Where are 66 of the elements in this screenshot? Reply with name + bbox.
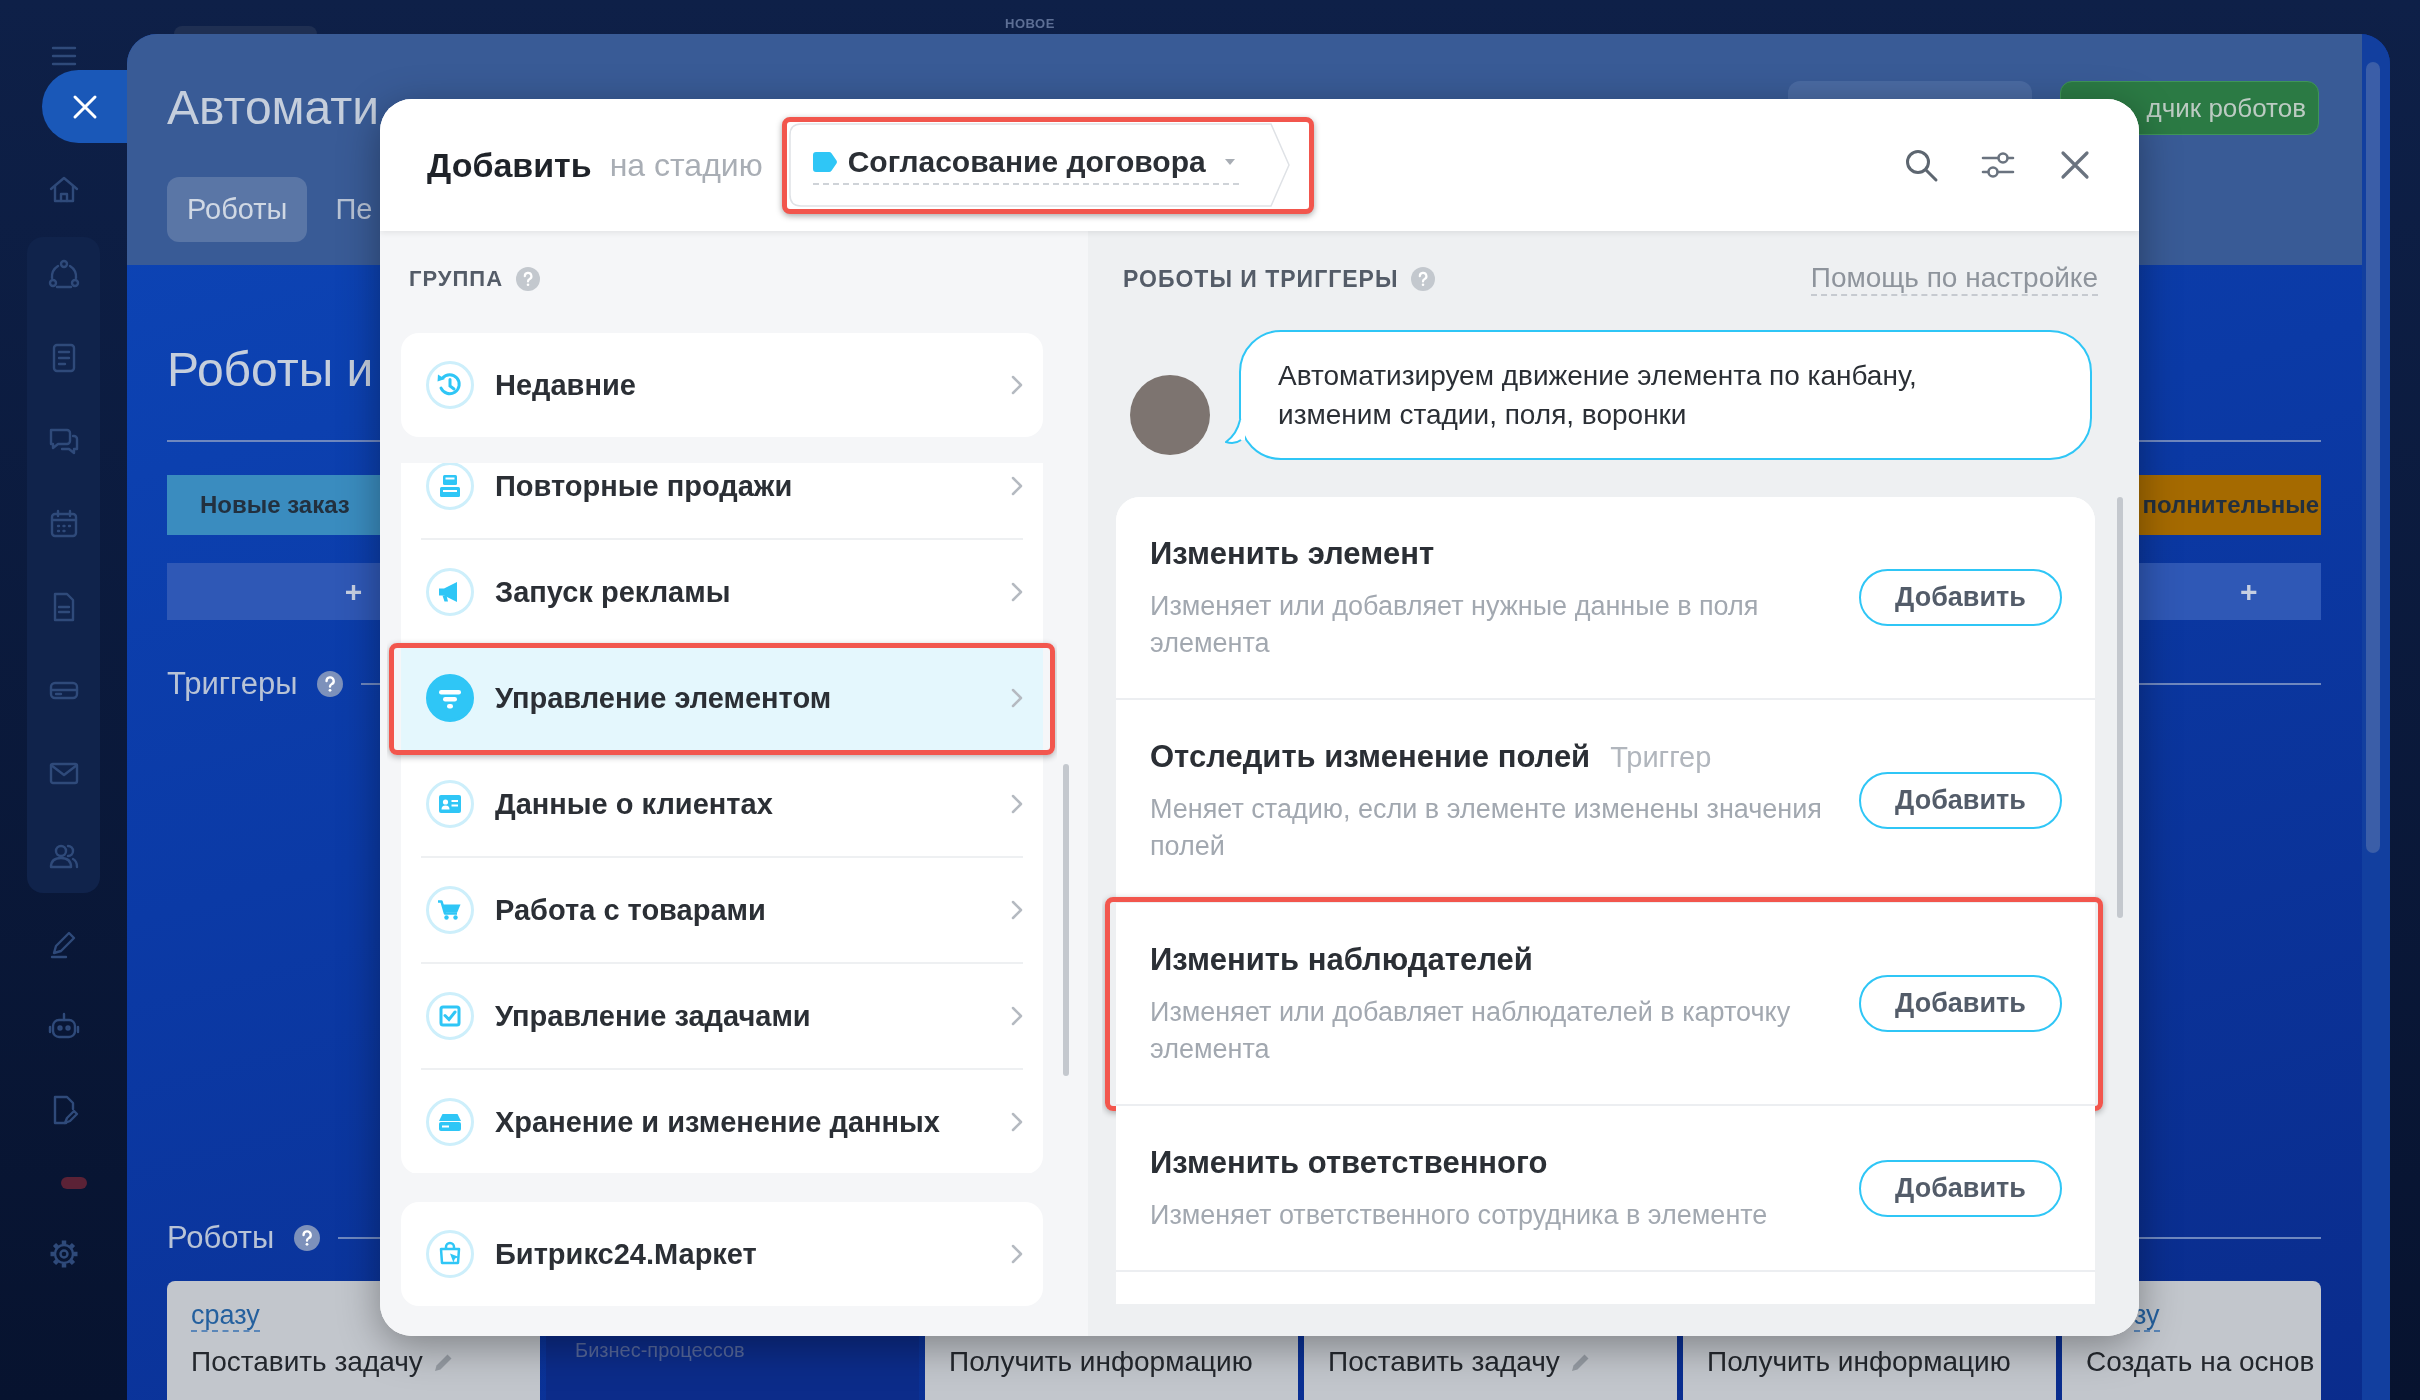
robot-name: Поставить задачу bbox=[1328, 1345, 1560, 1379]
robot-name: Получить информацию bbox=[1707, 1345, 2011, 1379]
chevron-icon bbox=[1011, 1112, 1023, 1132]
add-button[interactable]: Добавить bbox=[1859, 569, 2062, 626]
chevron-icon bbox=[1011, 688, 1023, 708]
chevron-icon bbox=[1011, 900, 1023, 920]
group-item[interactable]: Работа с товарами bbox=[401, 858, 1043, 962]
group-item[interactable]: Данные о клиентах bbox=[401, 752, 1043, 856]
robot-title: Изменить наблюдателей bbox=[1150, 941, 1533, 979]
group-item[interactable]: Управление элементом bbox=[401, 646, 1043, 750]
megaphone-icon bbox=[426, 568, 474, 616]
scrollbar[interactable] bbox=[2366, 62, 2380, 853]
add-button[interactable]: Добавить bbox=[1859, 975, 2062, 1032]
robot-title: Изменить элемент bbox=[1150, 535, 1435, 573]
add-button[interactable]: Добавить bbox=[1859, 1159, 2062, 1217]
section-title: ГРУППА bbox=[409, 266, 504, 292]
history-icon bbox=[426, 361, 474, 409]
chevron-icon bbox=[1011, 375, 1023, 395]
contact-card-icon bbox=[426, 780, 474, 828]
drive-icon bbox=[426, 1098, 474, 1146]
caret-icon bbox=[1224, 158, 1235, 165]
robot-description: Изменяет или добавляет нужные данные в поля элемента bbox=[1150, 590, 1760, 660]
help-icon[interactable] bbox=[317, 671, 344, 697]
cart-icon bbox=[426, 886, 474, 934]
top-tab[interactable] bbox=[174, 26, 317, 34]
robot-name: Поставить задачу bbox=[191, 1345, 423, 1379]
add-button[interactable]: Добавить bbox=[1859, 772, 2062, 829]
stage-label: на стадию bbox=[609, 146, 763, 184]
close-icon bbox=[71, 93, 98, 120]
filter-icon bbox=[426, 674, 474, 722]
shopping-bag-icon bbox=[426, 1230, 474, 1278]
modal-title: Добавить bbox=[427, 145, 592, 185]
card-text: Бизнес-процессов bbox=[575, 1339, 745, 1361]
robot-description: Изменяет или добавляет наблюдателей в карточку элемента bbox=[1150, 996, 1792, 1066]
chevron-icon bbox=[1011, 1244, 1023, 1264]
condition-link[interactable]: сразу bbox=[191, 1300, 260, 1332]
robot-description: Изменяет ответственного сотрудника в элементе bbox=[1150, 1199, 1769, 1232]
new-label: НОВОЕ bbox=[1005, 16, 1055, 31]
scrollbar[interactable] bbox=[1063, 764, 1069, 1076]
robot-title: Изменить ответственного bbox=[1150, 1144, 1548, 1182]
group-item[interactable]: Битрикс24.Маркет bbox=[401, 1202, 1043, 1306]
section-heading: Роботы и bbox=[167, 342, 374, 398]
chevron-icon bbox=[1011, 794, 1023, 814]
help-icon[interactable] bbox=[294, 1225, 321, 1251]
group-item[interactable]: Управление задачами bbox=[401, 964, 1043, 1068]
notification-badge bbox=[60, 1177, 87, 1189]
chevron-icon bbox=[1011, 582, 1023, 602]
stage-selector[interactable]: Согласование договора bbox=[781, 116, 1314, 214]
page-title: Автомати bbox=[167, 80, 380, 136]
robot-description: Меняет стадию, если в элементе изменены значения полей bbox=[1150, 793, 1823, 863]
chevron-icon bbox=[1011, 476, 1023, 496]
section-title: РОБОТЫ И ТРИГГЕРЫ bbox=[1123, 265, 1399, 293]
robot-name: Получить информацию bbox=[949, 1345, 1253, 1379]
group-item[interactable]: Хранение и изменение данных bbox=[401, 1070, 1043, 1173]
bubble-tail-icon bbox=[1225, 420, 1245, 446]
close-button[interactable] bbox=[42, 70, 127, 143]
group-item[interactable]: Недавние bbox=[401, 333, 1043, 437]
section-label: Роботы bbox=[167, 1220, 275, 1256]
robot-title: Отследить изменение полей bbox=[1150, 738, 1591, 776]
chevron-icon bbox=[1011, 1006, 1023, 1026]
robot-name: Создать на основ bbox=[2086, 1345, 2315, 1379]
section-label: Триггеры bbox=[167, 666, 298, 702]
search-icon[interactable] bbox=[1903, 147, 1939, 183]
checkbox-icon bbox=[426, 992, 474, 1040]
trigger-tag: Триггер bbox=[1610, 741, 1712, 774]
scrollbar[interactable] bbox=[2117, 497, 2123, 918]
